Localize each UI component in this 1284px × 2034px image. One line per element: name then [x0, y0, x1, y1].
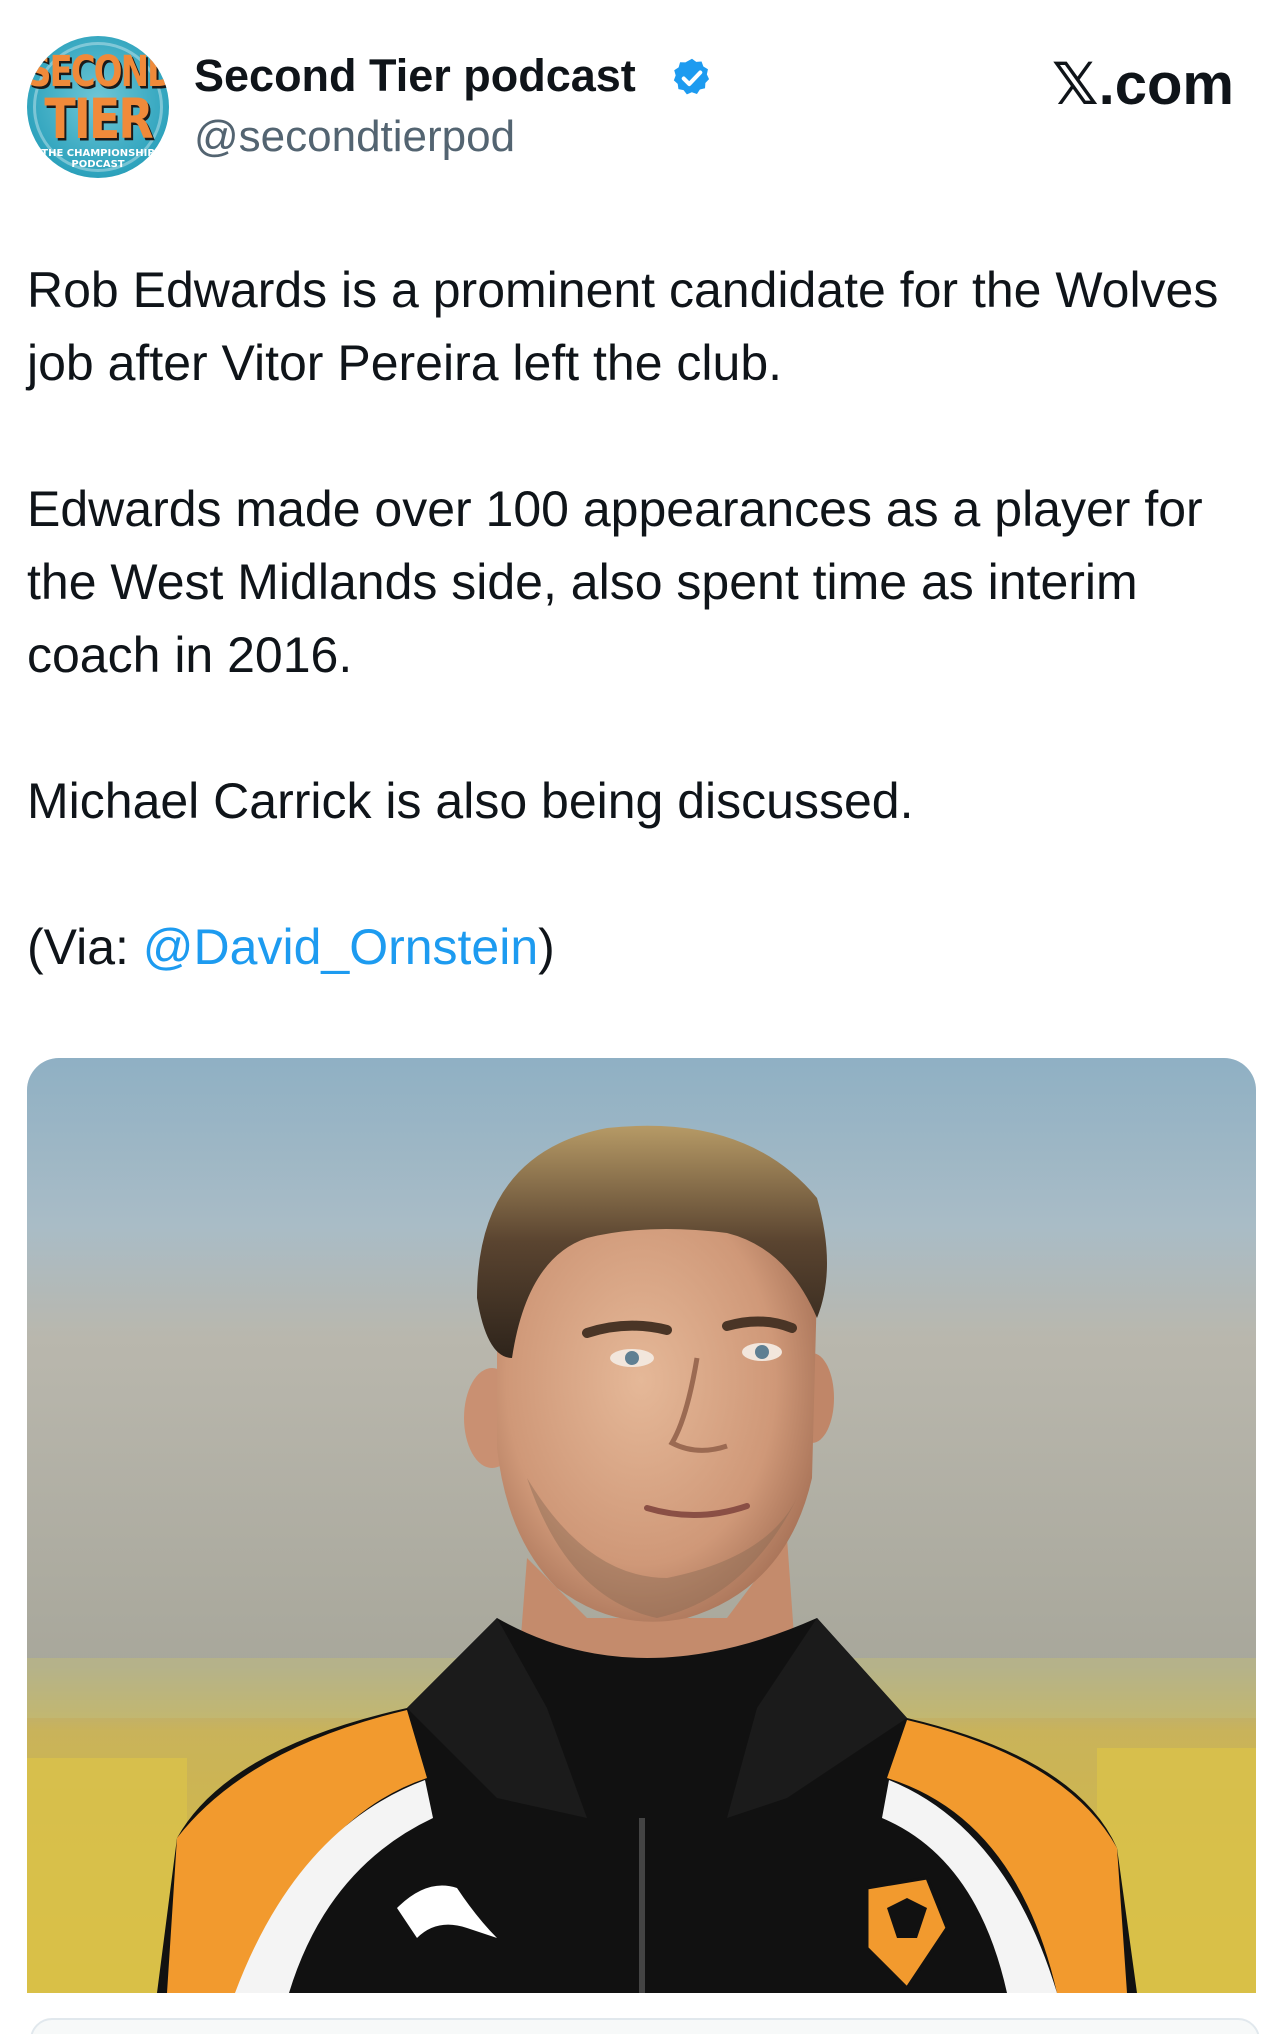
tweet-via-line: (Via: @David_Ornstein): [27, 911, 1257, 984]
tweet-paragraph-2: Edwards made over 100 appearances as a p…: [27, 481, 1203, 683]
tweet-paragraph-3: Michael Carrick is also being discussed.: [27, 773, 914, 829]
tweet-paragraph-1: Rob Edwards is a prominent candidate for…: [27, 262, 1219, 391]
avatar-logo-line2: TIER: [44, 86, 153, 152]
avatar-logo-line3: THE CHAMPIONSHIP PODCAST: [41, 148, 155, 170]
tweet-photo[interactable]: [27, 1058, 1256, 1993]
tweet-screenshot: SECOND TIER THE CHAMPIONSHIP PODCAST Sec…: [0, 0, 1284, 2034]
via-prefix: (Via:: [27, 919, 143, 975]
verified-badge-icon: [673, 58, 710, 95]
profile-avatar[interactable]: SECOND TIER THE CHAMPIONSHIP PODCAST: [27, 36, 169, 178]
author-handle[interactable]: @secondtierpod: [194, 112, 515, 162]
tweet-text: Rob Edwards is a prominent candidate for…: [27, 254, 1257, 984]
mention-link[interactable]: @David_Ornstein: [143, 919, 538, 975]
x-site-mark: 𝕏.com: [1051, 52, 1234, 117]
photo-illustration: [27, 1058, 1256, 1993]
next-card-edge: [30, 2018, 1260, 2034]
author-name[interactable]: Second Tier podcast: [194, 50, 636, 102]
via-suffix: ): [538, 919, 555, 975]
